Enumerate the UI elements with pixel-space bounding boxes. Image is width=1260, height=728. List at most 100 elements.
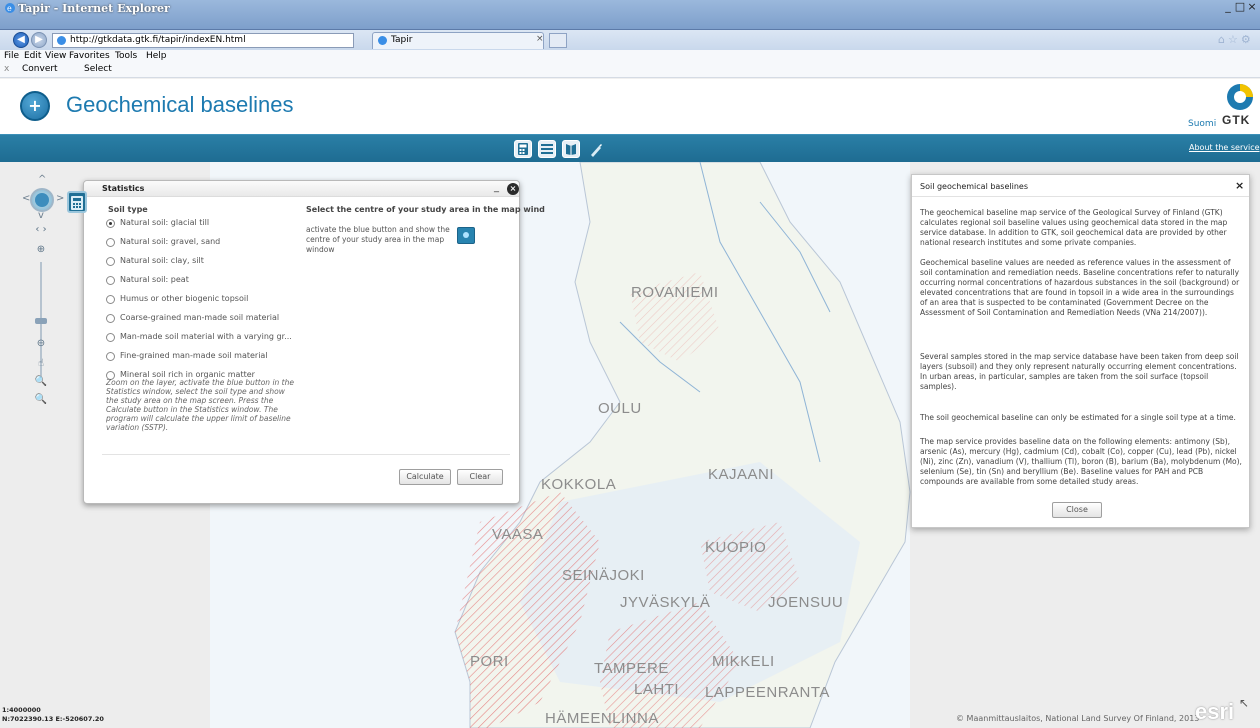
- menu-bar: File Edit View Favorites Tools Help: [0, 50, 1260, 63]
- magnify-plus-icon[interactable]: 🔍: [34, 376, 48, 387]
- window-title: Tapir - Internet Explorer: [18, 2, 170, 15]
- page-icon: [57, 36, 66, 45]
- statistics-tool-button[interactable]: [514, 140, 532, 158]
- back-button[interactable]: ◀: [13, 32, 29, 48]
- radio-button[interactable]: [106, 295, 115, 304]
- minimize-icon[interactable]: _: [494, 182, 499, 193]
- legend-tool-button[interactable]: [562, 140, 580, 158]
- calculator-icon: [518, 143, 528, 155]
- info-paragraph: The map service provides baseline data o…: [920, 437, 1242, 486]
- hand-icon[interactable]: ☝: [34, 358, 48, 369]
- zoom-out-icon[interactable]: ⊖: [34, 338, 48, 349]
- city-label: KAJAANI: [708, 466, 775, 483]
- menu-help[interactable]: Help: [146, 51, 167, 61]
- radio-button[interactable]: [106, 333, 115, 342]
- gtk-logo-icon: [1227, 84, 1253, 110]
- app-header: + Geochemical baselines Suomi GTK: [0, 79, 1260, 134]
- book-icon: [566, 144, 576, 155]
- pan-right-icon[interactable]: >: [56, 193, 64, 204]
- city-label: KOKKOLA: [541, 476, 617, 493]
- list-icon: [541, 144, 553, 154]
- zoom-in-icon[interactable]: ⊕: [34, 244, 48, 255]
- radio-button[interactable]: [106, 352, 115, 361]
- page-title: Geochemical baselines: [66, 92, 294, 117]
- about-service-link[interactable]: About the service: [1189, 143, 1260, 152]
- zoom-control[interactable]: ‹ › ⊕ ⊖ ☝ 🔍 🔍: [34, 224, 48, 412]
- info-paragraph: The soil geochemical baseline can only b…: [920, 413, 1236, 422]
- radio-button[interactable]: [106, 238, 115, 247]
- draw-tool-button[interactable]: [586, 140, 604, 158]
- city-label: LAHTI: [634, 681, 680, 698]
- menu-edit[interactable]: Edit: [24, 51, 41, 61]
- city-label: SEINÄJOKI: [562, 567, 645, 584]
- tool-bar: About the service: [0, 134, 1260, 162]
- select-button[interactable]: Select: [84, 64, 112, 74]
- info-panel: Soil geochemical baselines × The geochem…: [911, 174, 1250, 528]
- soil-type-label: Soil type: [108, 205, 148, 214]
- divider: [102, 454, 510, 455]
- map-coordinates: N:7022390.13 E:-520607.20: [2, 715, 104, 723]
- address-bar[interactable]: http://gtkdata.gtk.fi/tapir/indexEN.html…: [52, 33, 419, 48]
- clear-button[interactable]: Clear: [457, 469, 503, 485]
- window-close-button[interactable]: ×: [1246, 1, 1258, 13]
- info-title: Soil geochemical baselines: [920, 182, 1029, 191]
- city-label: KUOPIO: [705, 539, 767, 556]
- info-panel-header: Soil geochemical baselines ×: [912, 175, 1249, 197]
- forward-button[interactable]: ▶: [31, 32, 47, 48]
- gtk-logo-text: GTK: [1222, 113, 1251, 127]
- history-arrows-icon[interactable]: ‹ ›: [34, 224, 48, 235]
- home-favorites-settings-icons[interactable]: ⌂☆⚙: [1218, 33, 1254, 46]
- tab-label: Tapir: [391, 35, 413, 45]
- city-label: OULU: [598, 400, 642, 417]
- statistics-badge-icon: [67, 191, 87, 213]
- pan-up-icon[interactable]: ^: [38, 174, 46, 185]
- menu-view[interactable]: View: [45, 51, 66, 61]
- close-icon[interactable]: ×: [1235, 179, 1244, 192]
- new-tab-button[interactable]: [549, 33, 567, 48]
- reset-view-icon[interactable]: ↖: [1239, 696, 1249, 710]
- statistics-panel: Statistics _ × Soil type Natural soil: g…: [83, 180, 545, 504]
- browser-navigation-bar: ◀ ▶ http://gtkdata.gtk.fi/tapir/indexEN.…: [0, 30, 1260, 50]
- close-button[interactable]: Close: [1052, 502, 1102, 518]
- city-label: JYVÄSKYLÄ: [620, 594, 711, 611]
- command-bar: x Convert Select: [0, 63, 1260, 78]
- zoom-slider-handle[interactable]: [35, 318, 47, 324]
- select-centre-button[interactable]: [457, 227, 475, 244]
- map-view[interactable]: ROVANIEMI OULU KOKKOLA KAJAANI VAASA KUO…: [0, 162, 1260, 728]
- compass-logo-icon: +: [20, 91, 50, 121]
- menu-file[interactable]: File: [4, 51, 19, 61]
- city-label: PORI: [470, 653, 509, 670]
- radio-button[interactable]: [106, 276, 115, 285]
- close-icon[interactable]: ×: [507, 183, 519, 195]
- radio-button[interactable]: [106, 314, 115, 323]
- city-label: MIKKELI: [712, 653, 775, 670]
- info-paragraph: Several samples stored in the map servic…: [920, 352, 1239, 391]
- statistics-panel-header[interactable]: Statistics _ ×: [84, 181, 519, 197]
- info-paragraph: The geochemical baseline map service of …: [920, 208, 1228, 247]
- city-label: HÄMEENLINNA: [545, 710, 659, 727]
- pan-control[interactable]: ^ < > v: [22, 174, 64, 221]
- pen-icon: [591, 144, 602, 157]
- address-text[interactable]: http://gtkdata.gtk.fi/tapir/indexEN.html: [70, 35, 246, 45]
- calculate-button[interactable]: Calculate: [399, 469, 451, 485]
- radio-button[interactable]: [106, 219, 115, 228]
- magnify-minus-icon[interactable]: 🔍: [34, 394, 48, 405]
- copyright-text: © Maanmittauslaitos, National Land Surve…: [956, 714, 1200, 723]
- study-area-heading: Select the centre of your study area in …: [306, 205, 545, 214]
- menu-favorites[interactable]: Favorites: [69, 51, 110, 61]
- internet-explorer-icon: e: [5, 3, 15, 13]
- browser-tab[interactable]: Tapir ×: [372, 32, 544, 49]
- menu-tools[interactable]: Tools: [115, 51, 137, 61]
- tab-close-icon[interactable]: ×: [536, 34, 544, 44]
- command-bar-close-icon[interactable]: x: [4, 64, 9, 74]
- maximize-button[interactable]: □: [1234, 1, 1246, 13]
- convert-button[interactable]: Convert: [22, 64, 58, 74]
- svg-text:e: e: [7, 4, 12, 13]
- language-link[interactable]: Suomi: [1188, 119, 1216, 129]
- radio-button[interactable]: [106, 257, 115, 266]
- statistics-help-text: Zoom on the layer, activate the blue but…: [106, 378, 294, 432]
- city-label: VAASA: [492, 526, 544, 543]
- layers-tool-button[interactable]: [538, 140, 556, 158]
- browser-title-bar: e Tapir - Internet Explorer _ □ ×: [0, 0, 1260, 30]
- minimize-button[interactable]: _: [1222, 1, 1234, 13]
